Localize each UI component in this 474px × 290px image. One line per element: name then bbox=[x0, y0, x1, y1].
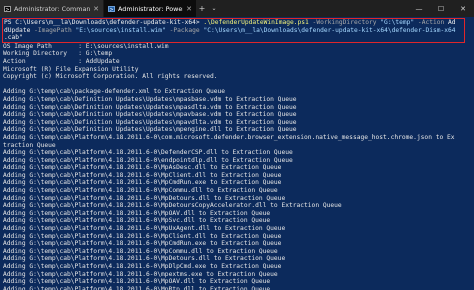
output-line: Adding G:\temp\cab\Platform\4.18.2011.6-… bbox=[3, 278, 271, 286]
output-line: Adding G:\temp\cab\Platform\4.18.2011.6-… bbox=[3, 156, 293, 164]
command-line-1: PS C:\Users\m__la\Downloads\defender-upd… bbox=[4, 19, 464, 27]
tab-dropdown-button[interactable]: ⌄ bbox=[208, 0, 220, 17]
output-line: Adding G:\temp\cab\Platform\4.18.2011.6-… bbox=[3, 194, 286, 202]
powershell-icon: > bbox=[108, 5, 115, 13]
output-line: Adding G:\temp\cab\Platform\4.18.2011.6-… bbox=[3, 217, 271, 225]
output-line: Action : AddUpdate bbox=[3, 57, 120, 65]
output-line: Adding G:\temp\cab\Platform\4.18.2011.6-… bbox=[3, 171, 282, 179]
close-window-button[interactable]: ✕ bbox=[452, 0, 474, 17]
prompt: PS C:\Users\m__la\Downloads\defender-upd… bbox=[4, 19, 200, 26]
output-line: Copyright (c) Microsoft Corporation. All… bbox=[3, 73, 218, 81]
output-line: Adding G:\temp\cab\Platform\4.18.2011.6-… bbox=[3, 247, 278, 255]
command-line-2: dUpdate -ImagePath "E:\sources\install.w… bbox=[4, 27, 464, 35]
output-line: traction Queue bbox=[3, 141, 56, 149]
highlighted-command: PS C:\Users\m__la\Downloads\defender-upd… bbox=[2, 18, 465, 43]
param-package: -Package bbox=[165, 26, 200, 34]
value-action-part: Ad bbox=[444, 19, 456, 26]
output-line: OS Image Path : E:\sources\install.wim bbox=[3, 42, 169, 50]
output-line: Adding G:\temp\cab\Platform\4.18.2011.6-… bbox=[3, 240, 282, 248]
console-output: OS Image Path : E:\sources\install.wim Wo… bbox=[3, 43, 471, 290]
close-tab-icon[interactable]: ✕ bbox=[93, 5, 99, 13]
output-line: Adding G:\temp\cab\Definition Updates\Up… bbox=[3, 111, 297, 119]
output-line: Adding G:\temp\cab\Platform\4.18.2011.6-… bbox=[3, 149, 293, 157]
output-line: Adding G:\temp\cab\Platform\4.18.2011.6-… bbox=[3, 187, 278, 195]
cmd-icon: > bbox=[4, 5, 11, 13]
new-tab-button[interactable]: + bbox=[196, 0, 208, 17]
value-package: "C:\Users\m__la\Downloads\defender-updat… bbox=[199, 26, 456, 34]
title-bar: > Administrator: Command Promp ✕ > Admin… bbox=[0, 0, 474, 17]
tab-command-prompt[interactable]: > Administrator: Command Promp ✕ bbox=[0, 0, 104, 17]
maximize-button[interactable]: ☐ bbox=[430, 0, 452, 17]
output-line: Adding G:\temp\cab\Platform\4.18.2011.6-… bbox=[3, 285, 271, 290]
output-line: Adding G:\temp\cab\Platform\4.18.2011.6-… bbox=[3, 202, 342, 210]
output-line: Adding G:\temp\cab\Platform\4.18.2011.6-… bbox=[3, 225, 286, 233]
param-image-path: -ImagePath bbox=[30, 26, 72, 34]
param-action: -Action bbox=[414, 19, 445, 26]
script-name: .\DefenderUpdateWinImage.ps1 bbox=[199, 19, 309, 26]
output-line: Microsoft (R) File Expansion Utility bbox=[3, 65, 139, 73]
output-line: Adding G:\temp\cab\Platform\4.18.2011.6-… bbox=[3, 133, 455, 141]
value-working-directory: "G:\temp" bbox=[376, 19, 415, 26]
output-line: Adding G:\temp\cab\Platform\4.18.2011.6-… bbox=[3, 164, 282, 172]
output-line: Adding G:\temp\cab\Platform\4.18.2011.6-… bbox=[3, 270, 278, 278]
output-line: Adding G:\temp\cab\Platform\4.18.2011.6-… bbox=[3, 209, 271, 217]
command-line-3: .cab" bbox=[4, 34, 23, 42]
output-line: Adding G:\temp\cab\Platform\4.18.2011.6-… bbox=[3, 179, 282, 187]
param-working-directory: -WorkingDirectory bbox=[308, 19, 377, 26]
output-line: Adding G:\temp\cab\Platform\4.18.2011.6-… bbox=[3, 263, 282, 270]
titlebar-drag-area[interactable] bbox=[220, 0, 408, 17]
output-line: Adding G:\temp\cab\Platform\4.18.2011.6-… bbox=[3, 255, 286, 263]
close-tab-icon[interactable]: ✕ bbox=[186, 5, 192, 13]
tab-powershell[interactable]: > Administrator: PowerShell 4 ✕ bbox=[104, 0, 196, 17]
output-line: Adding G:\temp\cab\Definition Updates\Up… bbox=[3, 103, 297, 111]
output-line: Working Directory : G:\temp bbox=[3, 50, 113, 58]
output-line: Adding G:\temp\cab\Definition Updates\Up… bbox=[3, 95, 297, 103]
output-line: Adding G:\temp\cab\Platform\4.18.2011.6-… bbox=[3, 232, 282, 240]
tab-label: Administrator: PowerShell 4 bbox=[118, 4, 184, 13]
tab-label: Administrator: Command Promp bbox=[14, 4, 91, 13]
output-line: Adding G:\temp\cab\package-defender.xml … bbox=[3, 88, 226, 96]
output-line: Adding G:\temp\cab\Definition Updates\Up… bbox=[3, 118, 297, 126]
value-action-rest: dUpdate bbox=[4, 26, 31, 34]
output-line: Adding G:\temp\cab\Definition Updates\Up… bbox=[3, 126, 297, 134]
value-image-path: "E:\sources\install.wim" bbox=[71, 26, 166, 34]
terminal-console[interactable]: PS C:\Users\m__la\Downloads\defender-upd… bbox=[0, 17, 474, 290]
minimize-button[interactable]: — bbox=[408, 0, 430, 17]
